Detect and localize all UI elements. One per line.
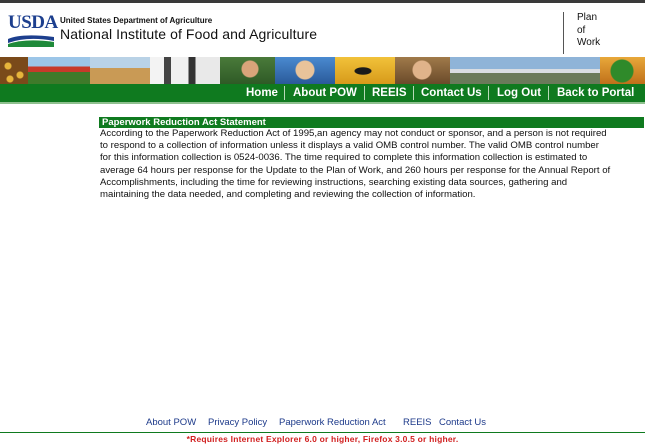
nav-separator	[413, 86, 414, 100]
header-divider	[563, 12, 564, 54]
nav-log-out[interactable]: Log Out	[497, 86, 541, 100]
statement-line: According to the Paperwork Reduction Act…	[100, 128, 607, 139]
banner-photo-lab	[150, 57, 220, 84]
footer-rule	[0, 432, 645, 433]
institute-name: National Institute of Food and Agricultu…	[60, 26, 318, 42]
nav-contact-us[interactable]: Contact Us	[421, 86, 482, 100]
plan-of-work-line: Work	[577, 37, 601, 48]
banner-photo-landscape	[450, 57, 600, 84]
statement-line: average 64 hours per response for the Up…	[100, 164, 611, 176]
nav-about-pow[interactable]: About POW	[293, 86, 357, 100]
nav-back-to-portal[interactable]: Back to Portal	[557, 86, 634, 100]
nav-separator	[284, 86, 285, 100]
plan-of-work-line: Plan	[577, 12, 598, 23]
statement-line: maintaining the data needed, and complet…	[100, 189, 476, 201]
section-title: Paperwork Reduction Act Statement	[99, 117, 644, 128]
nav-separator	[548, 86, 549, 100]
banner-photo-bee	[335, 57, 395, 84]
department-name: United States Department of Agriculture	[60, 16, 213, 25]
footer-links: About POW Privacy Policy Paperwork Reduc…	[0, 417, 645, 429]
nav-home[interactable]: Home	[246, 86, 278, 100]
nav-reeis[interactable]: REEIS	[372, 86, 407, 100]
banner-photo-farm	[28, 57, 90, 84]
statement-line: to respond to a collection of informatio…	[100, 140, 599, 152]
nav-separator	[364, 86, 365, 100]
banner-photo-leaf	[600, 57, 645, 84]
main-nav: Home About POW REEIS Contact Us Log Out …	[0, 84, 645, 102]
banner-photo-grain	[0, 57, 28, 84]
plan-of-work-line: of	[577, 24, 586, 36]
banner-photo-elder	[395, 57, 450, 84]
browser-requirement-note: *Requires Internet Explorer 6.0 or highe…	[186, 434, 459, 444]
nav-bottom-rule	[0, 102, 645, 104]
banner-photo-field	[90, 57, 150, 84]
usda-swoosh-icon	[8, 35, 54, 47]
banner-photo-child	[275, 57, 335, 84]
plan-of-work-label: Plan of Work	[577, 12, 627, 50]
photo-banner	[0, 57, 645, 84]
paperwork-statement: According to the Paperwork Reduction Act…	[100, 128, 645, 201]
footer-link-about-pow[interactable]: About POW	[146, 417, 196, 428]
statement-line: for this information collection is 0524-…	[100, 152, 588, 164]
statement-line: Accomplishments, including the time for …	[100, 176, 568, 188]
usda-logo-text: USDA	[8, 12, 58, 33]
nav-separator	[488, 86, 489, 100]
site-header: USDA United States Department of Agricul…	[0, 3, 645, 57]
footer-link-reeis[interactable]: REEIS	[403, 417, 432, 428]
banner-photo-people	[220, 57, 275, 84]
footer-link-privacy-policy[interactable]: Privacy Policy	[208, 417, 267, 428]
footer-link-contact-us[interactable]: Contact Us	[439, 417, 486, 428]
usda-logo[interactable]: USDA	[8, 13, 58, 49]
footer-link-paperwork-reduction-act[interactable]: Paperwork Reduction Act	[279, 417, 386, 428]
